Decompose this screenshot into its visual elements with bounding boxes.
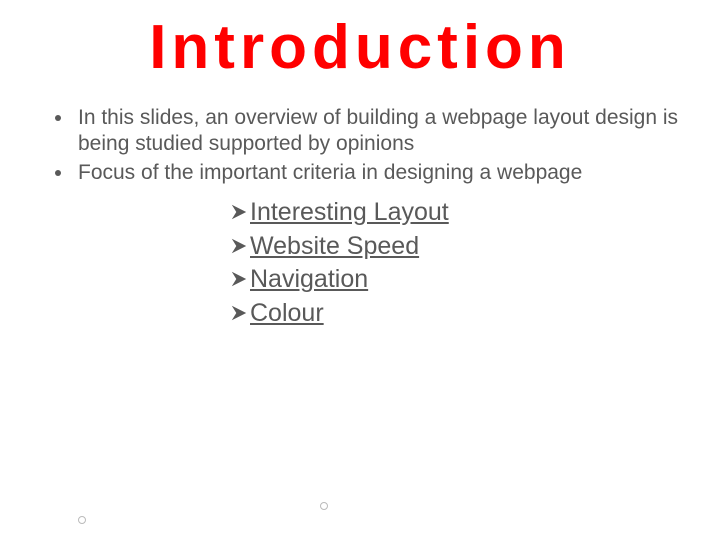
bullet-item: In this slides, an overview of building …	[74, 105, 680, 158]
sub-list-item: Interesting Layout	[230, 196, 720, 230]
sub-list: Interesting Layout Website Speed Navigat…	[230, 196, 720, 331]
sub-list-label: Interesting Layout	[250, 198, 449, 226]
sub-list-label: Website Speed	[250, 232, 419, 260]
chevron-right-icon	[230, 230, 248, 264]
sub-list-item: Website Speed	[230, 230, 720, 264]
sub-list-label: Colour	[250, 299, 324, 327]
decorative-dot	[78, 516, 86, 524]
sub-list-item: Colour	[230, 297, 720, 331]
bullet-list: In this slides, an overview of building …	[0, 105, 720, 186]
chevron-right-icon	[230, 196, 248, 230]
bullet-item: Focus of the important criteria in desig…	[74, 160, 680, 186]
decorative-dot	[320, 502, 328, 510]
sub-list-item: Navigation	[230, 263, 720, 297]
slide-title: Introduction	[0, 12, 720, 83]
chevron-right-icon	[230, 263, 248, 297]
chevron-right-icon	[230, 297, 248, 331]
slide: Introduction In this slides, an overview…	[0, 12, 720, 540]
sub-list-label: Navigation	[250, 265, 368, 293]
